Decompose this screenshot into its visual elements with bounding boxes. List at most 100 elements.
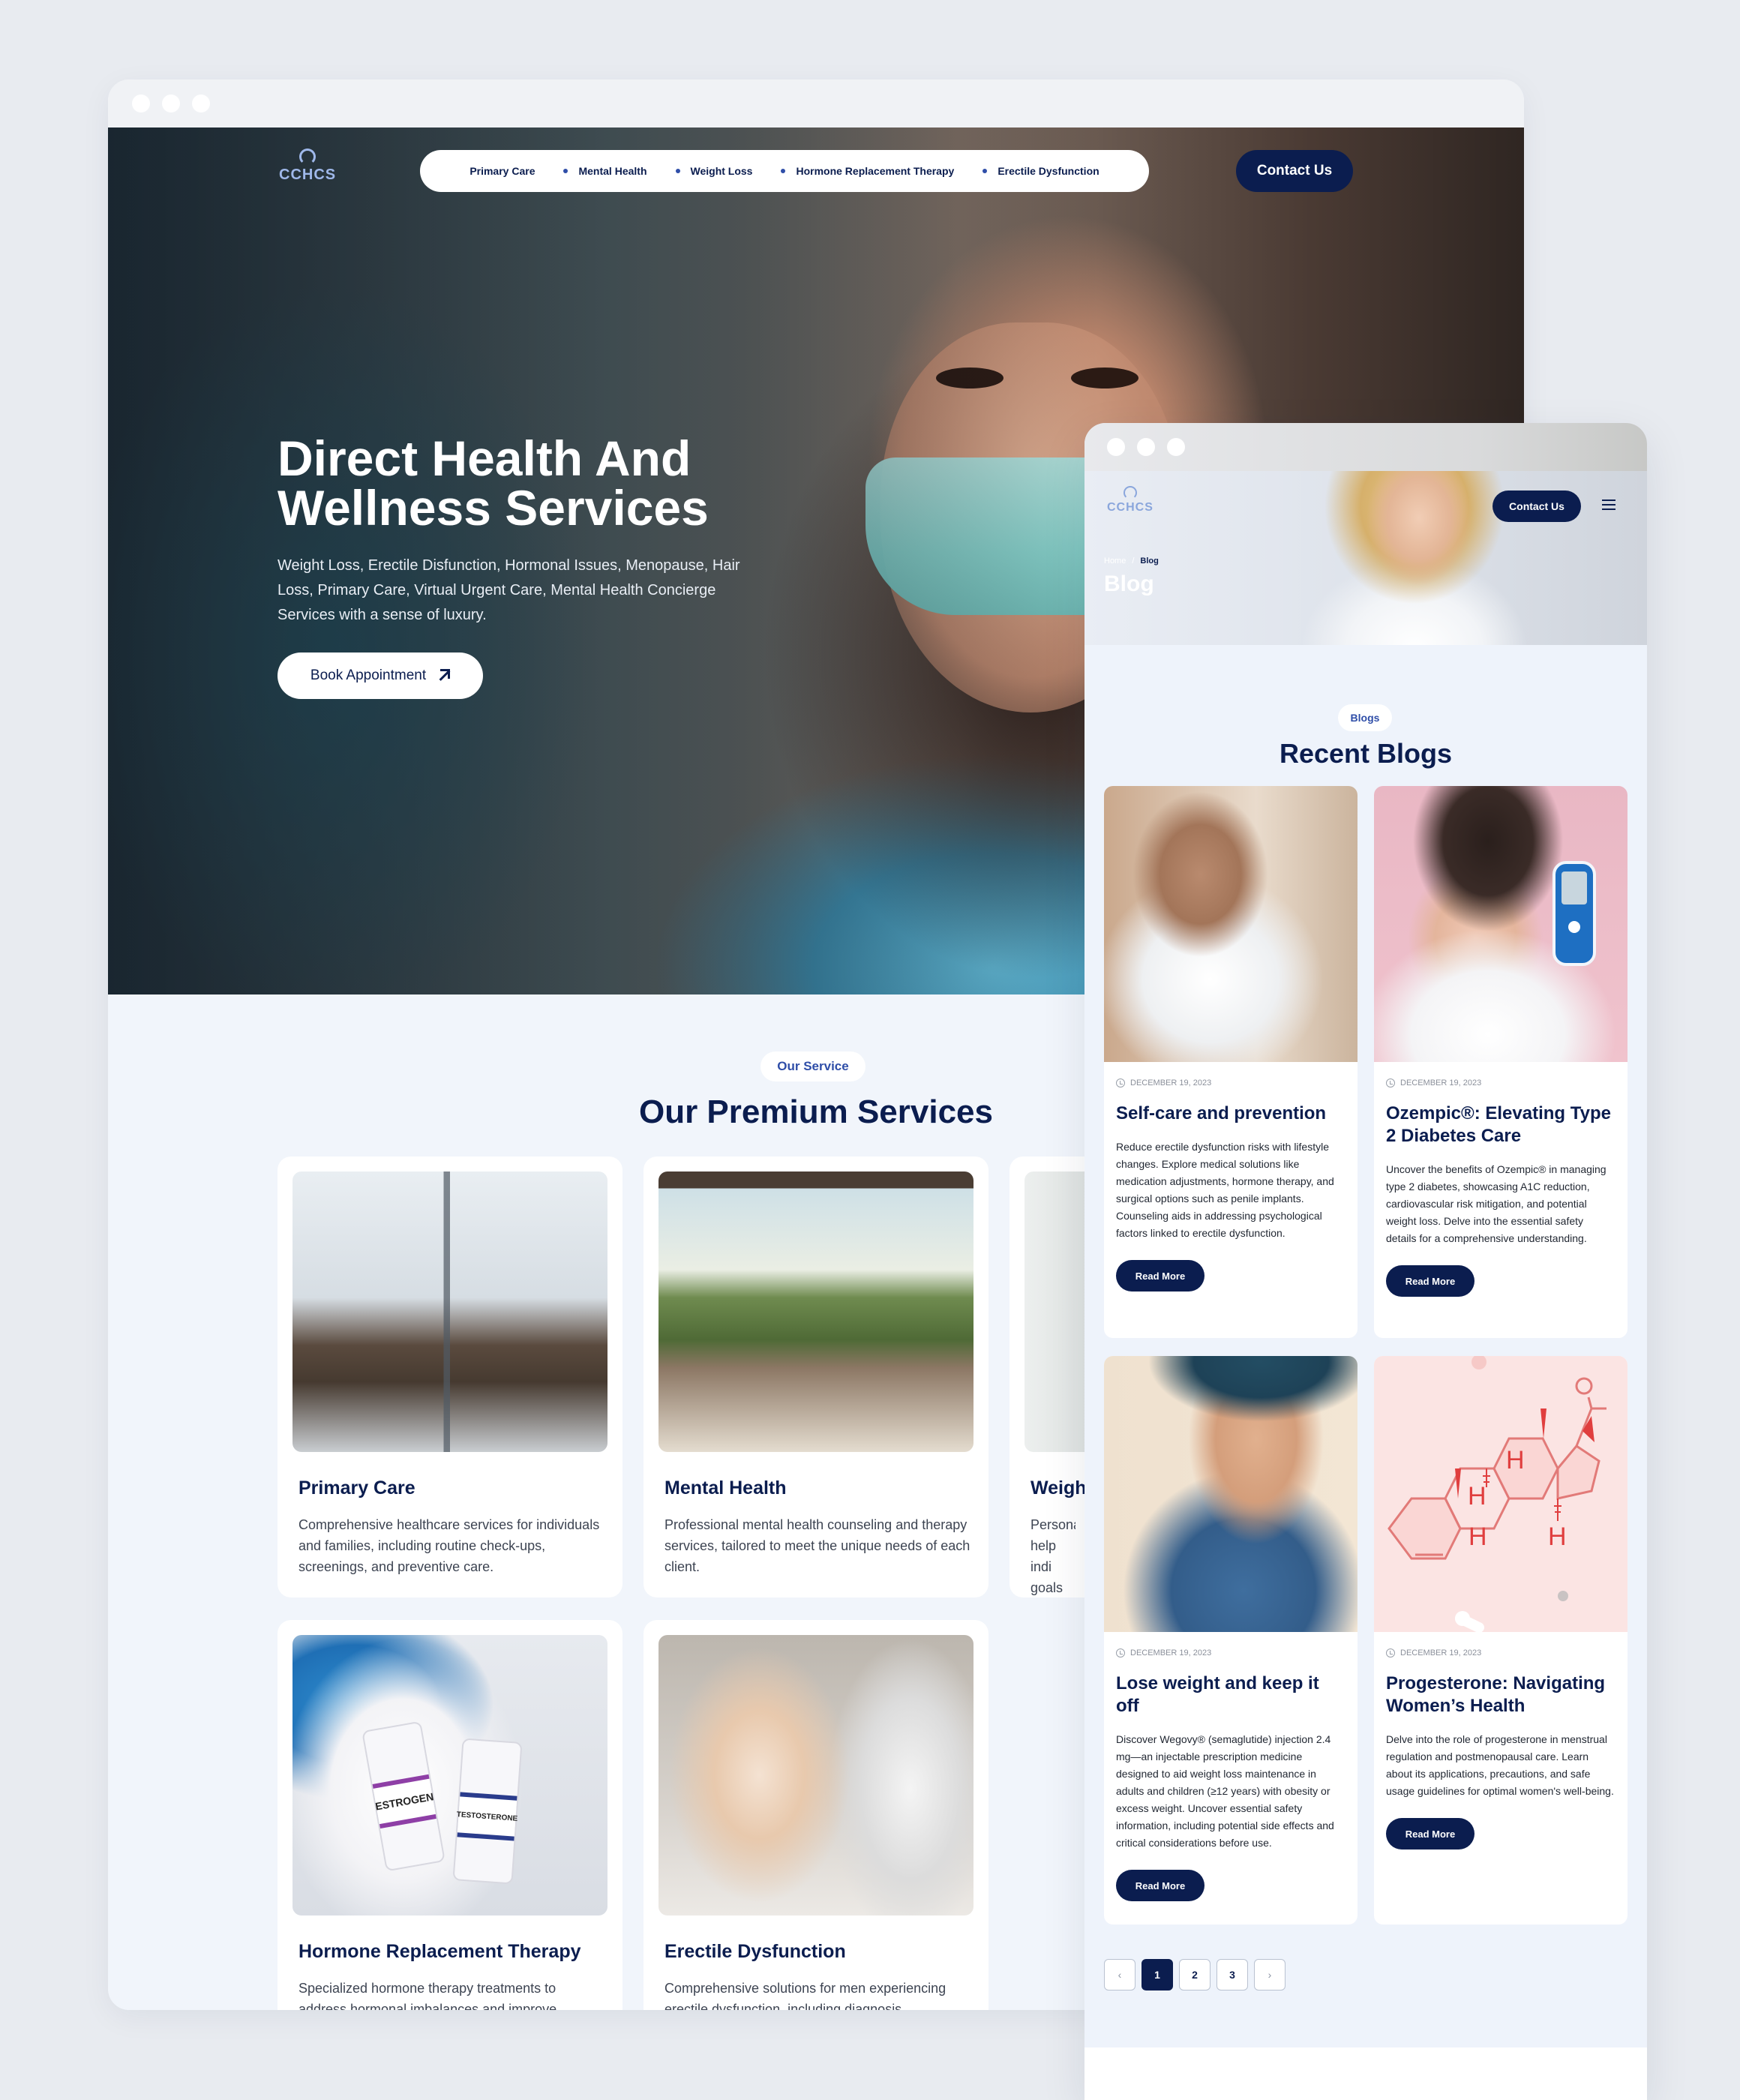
clock-icon [1386, 1078, 1395, 1088]
window-dot[interactable] [1107, 438, 1125, 456]
blog-title[interactable]: Lose weight and keep it off [1116, 1672, 1346, 1718]
service-card-primary-care[interactable]: Primary Care Comprehensive healthcare se… [278, 1156, 622, 1598]
logo-icon [299, 148, 316, 165]
svg-text:H: H [1468, 1522, 1487, 1551]
nav-item-label: Primary Care [470, 165, 536, 177]
recent-blogs-title: Recent Blogs [1279, 738, 1453, 769]
site-logo[interactable]: CCHCS [1107, 486, 1154, 514]
window-dot[interactable] [1167, 438, 1185, 456]
svg-text:H: H [1548, 1522, 1567, 1551]
service-image [292, 1172, 608, 1452]
book-appointment-label: Book Appointment [310, 668, 427, 683]
nav-item-label: Mental Health [578, 165, 647, 177]
nav-item-label: Hormone Replacement Therapy [796, 165, 955, 177]
blog-date: DECEMBER 19, 2023 [1116, 1648, 1346, 1658]
testosterone-vial: TESTOSTERONE [452, 1738, 523, 1885]
arrow-up-right-icon [436, 669, 451, 682]
blog-card: DECEMBER 19, 2023 Lose weight and keep i… [1104, 1356, 1358, 1924]
window-dot[interactable] [192, 94, 210, 112]
pagination-page-button[interactable]: 3 [1216, 1959, 1248, 1990]
logo-text: CCHCS [279, 166, 337, 183]
window-controls [1107, 438, 1185, 456]
service-image: ESTROGEN TESTOSTERONE [292, 1635, 608, 1916]
pagination-next-button[interactable]: › [1254, 1959, 1286, 1990]
window-controls [132, 94, 210, 112]
blog-title[interactable]: Ozempic®: Elevating Type 2 Diabetes Care [1386, 1102, 1616, 1148]
read-more-button[interactable]: Read More [1386, 1265, 1474, 1297]
contact-button[interactable]: Contact Us [1492, 490, 1581, 522]
blog-image[interactable] [1104, 1356, 1358, 1632]
logo-text: CCHCS [1107, 501, 1154, 514]
pagination-page-button[interactable]: 2 [1179, 1959, 1210, 1990]
footer-strip [1084, 2048, 1647, 2100]
hero-title: Direct Health And Wellness Services [278, 434, 848, 532]
book-appointment-button[interactable]: Book Appointment [278, 652, 483, 699]
blog-window: CCHCS Contact Us Home / Blog Blog Blogs … [1084, 423, 1647, 2100]
meter-screen [1562, 872, 1587, 904]
nav-item-mental-health[interactable]: Mental Health [563, 165, 647, 177]
read-more-button[interactable]: Read More [1116, 1260, 1204, 1292]
blog-date-text: DECEMBER 19, 2023 [1400, 1648, 1482, 1658]
header-photo [1302, 471, 1527, 645]
blog-excerpt: Discover Wegovy® (semaglutide) injection… [1116, 1733, 1334, 1849]
site-logo[interactable]: CCHCS [279, 148, 336, 184]
blog-image[interactable] [1374, 786, 1628, 1062]
svg-text:H: H [1506, 1446, 1525, 1474]
service-description: Specialized hormone therapy treatments t… [298, 1981, 557, 2010]
bullet-icon [781, 169, 786, 173]
service-card-erectile-dysfunction[interactable]: Erectile Dysfunction Comprehensive solut… [644, 1620, 988, 2010]
bullet-icon [982, 169, 988, 173]
service-image [658, 1172, 974, 1452]
blog-date-text: DECEMBER 19, 2023 [1130, 1648, 1212, 1658]
blog-card: DECEMBER 19, 2023 Self-care and preventi… [1104, 786, 1358, 1338]
pagination: ‹ 1 2 3 › [1104, 1959, 1286, 1990]
nav-item-hormone-therapy[interactable]: Hormone Replacement Therapy [781, 165, 954, 177]
blog-image[interactable]: H H H H [1374, 1356, 1628, 1632]
service-name: Hormone Replacement Therapy [298, 1941, 581, 1962]
blog-card: DECEMBER 19, 2023 Ozempic®: Elevating Ty… [1374, 786, 1628, 1338]
blog-excerpt: Reduce erectile dysfunction risks with l… [1116, 1141, 1334, 1239]
window-dot[interactable] [1137, 438, 1155, 456]
window-titlebar [1084, 423, 1647, 471]
service-description: Comprehensive healthcare services for in… [298, 1517, 600, 1574]
service-name: Erectile Dysfunction [664, 1941, 846, 1962]
blog-date: DECEMBER 19, 2023 [1386, 1648, 1616, 1658]
blog-date: DECEMBER 19, 2023 [1386, 1078, 1616, 1088]
clock-icon [1116, 1078, 1125, 1088]
blog-date-text: DECEMBER 19, 2023 [1130, 1078, 1212, 1088]
bullet-icon [675, 169, 680, 173]
nav-item-weight-loss[interactable]: Weight Loss [675, 165, 752, 177]
blog-title[interactable]: Self-care and prevention [1116, 1102, 1346, 1125]
window-dot[interactable] [162, 94, 180, 112]
nav-item-erectile-dysfunction[interactable]: Erectile Dysfunction [982, 165, 1100, 177]
blog-image[interactable] [1104, 786, 1358, 1062]
blog-title[interactable]: Progesterone: Navigating Women’s Health [1386, 1672, 1616, 1718]
blog-card: H H H H DECEMBER 19, 2023 Progesterone: … [1374, 1356, 1628, 1924]
hero-title-line: Wellness Services [278, 480, 709, 536]
nav-item-primary-care[interactable]: Primary Care [470, 165, 535, 177]
blog-excerpt: Delve into the role of progesterone in m… [1386, 1733, 1614, 1797]
menu-icon[interactable] [1602, 500, 1616, 510]
read-more-button[interactable]: Read More [1116, 1870, 1204, 1901]
contact-button[interactable]: Contact Us [1236, 150, 1353, 192]
breadcrumb-current: Blog [1140, 556, 1159, 566]
bullet-icon [563, 169, 568, 173]
blog-excerpt: Uncover the benefits of Ozempic® in mana… [1386, 1163, 1606, 1244]
blog-date: DECEMBER 19, 2023 [1116, 1078, 1346, 1088]
breadcrumb-home[interactable]: Home [1104, 556, 1126, 566]
blog-date-text: DECEMBER 19, 2023 [1400, 1078, 1482, 1088]
vial-label: TESTOSTERONE [456, 1792, 518, 1841]
pagination-page-button[interactable]: 1 [1142, 1959, 1173, 1990]
service-card-hormone-therapy[interactable]: ESTROGEN TESTOSTERONE Hormone Replacemen… [278, 1620, 622, 2010]
window-dot[interactable] [132, 94, 150, 112]
window-titlebar [108, 80, 1524, 128]
service-description: Comprehensive solutions for men experien… [664, 1981, 946, 2010]
breadcrumb-separator: / [1132, 556, 1135, 566]
pagination-prev-button[interactable]: ‹ [1104, 1959, 1136, 1990]
service-name: Primary Care [298, 1478, 416, 1498]
estrogen-vial: ESTROGEN [362, 1720, 446, 1872]
blog-header: CCHCS Contact Us Home / Blog Blog [1084, 471, 1647, 645]
service-card-mental-health[interactable]: Mental Health Professional mental health… [644, 1156, 988, 1598]
molecule-illustration: H H H H [1388, 1356, 1606, 1632]
read-more-button[interactable]: Read More [1386, 1818, 1474, 1850]
